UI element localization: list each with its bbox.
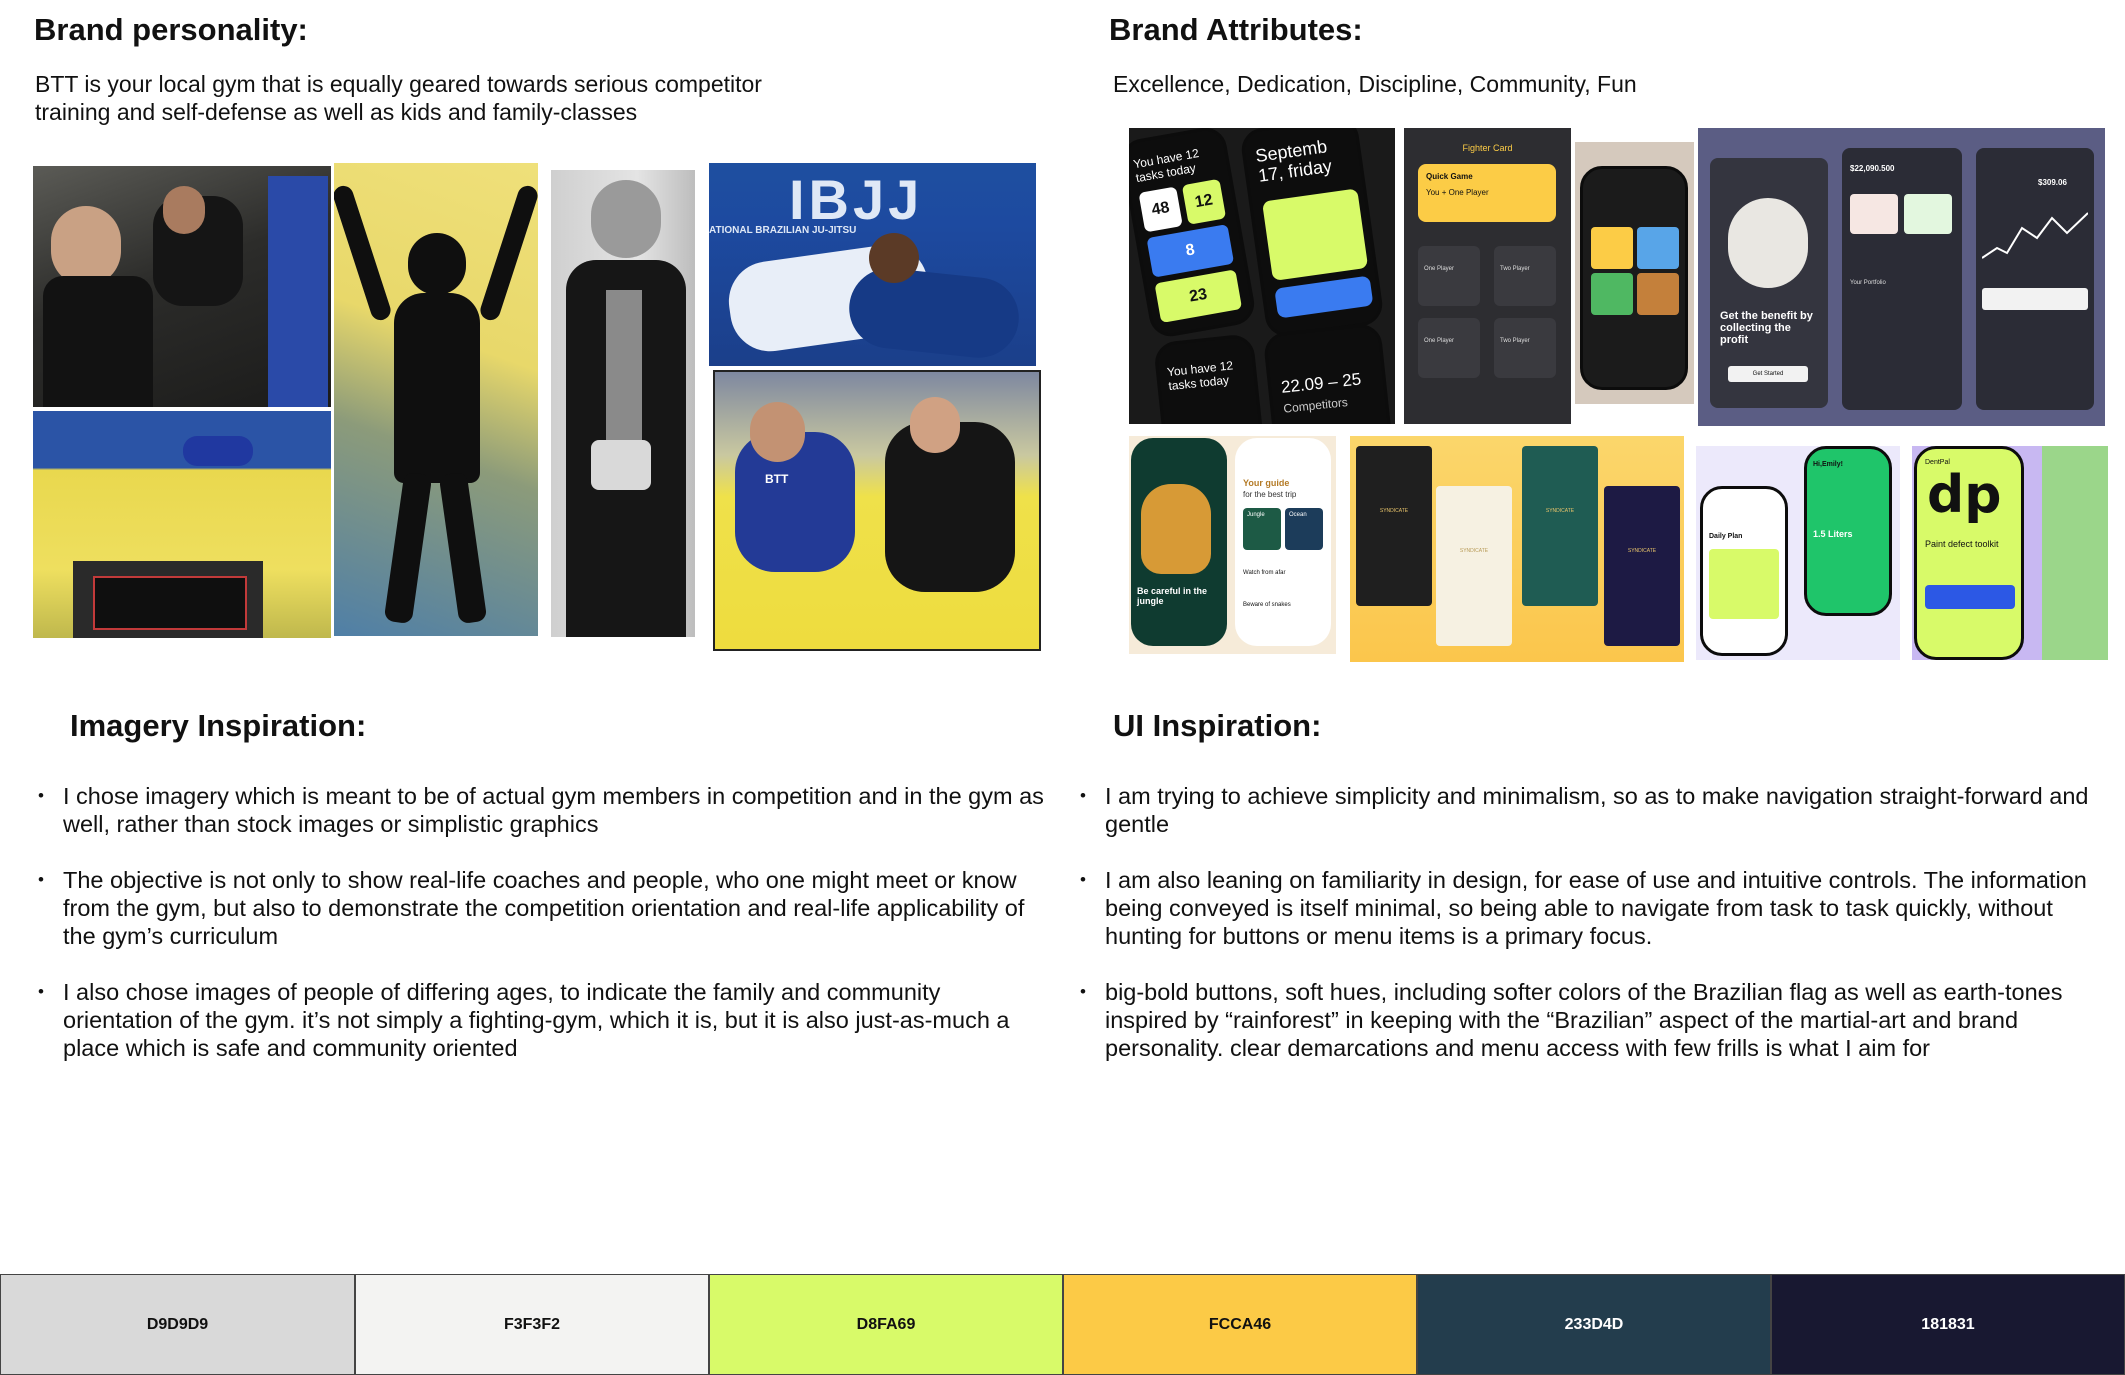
task-count-tile: 12 xyxy=(1181,178,1227,225)
ui-dentpal-app: DentPal dp Paint defect toolkit xyxy=(1912,446,2108,660)
jungle-guide-sub: for the best trip xyxy=(1243,490,1297,499)
color-swatch: 233D4D xyxy=(1417,1274,1771,1375)
mode-label: One Player xyxy=(1424,266,1455,272)
ui-fighter-card: Fighter Card Quick Game You + One Player… xyxy=(1404,128,1571,424)
color-swatch: D9D9D9 xyxy=(0,1274,355,1375)
mode-label: Two Player xyxy=(1500,338,1530,344)
ui-inspiration-list: I am trying to achieve simplicity and mi… xyxy=(1078,782,2108,1090)
calendar-competitors: Competitors xyxy=(1282,395,1349,416)
mode-label: Two Player xyxy=(1500,266,1530,272)
quick-game-label: Quick Game xyxy=(1426,172,1473,181)
task-count-tile: 23 xyxy=(1154,269,1243,324)
color-swatch: 181831 xyxy=(1771,1274,2125,1375)
color-swatch: FCCA46 xyxy=(1063,1274,1417,1375)
swatch-hex-label: FCCA46 xyxy=(1208,1315,1272,1333)
ui-bullet: I am also leaning on familiarity in desi… xyxy=(1078,866,2108,950)
finance-portfolio: Your Portfolio xyxy=(1850,280,1886,286)
ibjj-banner-text: IBJJ xyxy=(789,168,924,231)
dentpal-logo: dp xyxy=(1927,465,2002,525)
syndicate-logo: SYNDICATE xyxy=(1627,548,1657,554)
syndicate-logo: SYNDICATE xyxy=(1379,508,1409,514)
ui-bullet: big-bold buttons, soft hues, including s… xyxy=(1078,978,2108,1062)
ui-jungle-guide: Be careful in the jungle Your guide for … xyxy=(1129,436,1336,654)
syndicate-logo: SYNDICATE xyxy=(1459,548,1489,554)
finance-balance: $22,090.500 xyxy=(1850,164,1895,173)
brand-personality-line-2: training and self-defense as well as kid… xyxy=(35,99,638,125)
brand-attributes-text: Excellence, Dedication, Discipline, Comm… xyxy=(1113,71,1637,97)
dentpal-tagline: Paint defect toolkit xyxy=(1925,539,1999,549)
photo-seated-training: BTT xyxy=(713,370,1041,651)
ui-colorful-phone xyxy=(1575,142,1694,404)
jungle-careful: Be careful in the jungle xyxy=(1137,586,1208,606)
calendar-date: Septemb 17, friday xyxy=(1254,136,1334,186)
swatch-hex-label: 181831 xyxy=(1921,1315,1975,1333)
imagery-inspiration-list: I chose imagery which is meant to be of … xyxy=(36,782,1046,1090)
ui-finance-app: Get the benefit by collecting the profit… xyxy=(1698,128,2105,426)
photo-medalist xyxy=(551,170,695,637)
get-started-button[interactable]: Get Started xyxy=(1728,366,1808,382)
daily-plan-liters: 1.5 Liters xyxy=(1813,529,1853,539)
jungle-tile-label: Jungle xyxy=(1247,512,1265,518)
finance-balance-2: $309.06 xyxy=(2038,178,2067,187)
task-count-tile: 8 xyxy=(1146,224,1235,278)
imagery-bullet: I chose imagery which is meant to be of … xyxy=(36,782,1046,838)
daily-plan-greeting: Hi,Emily! xyxy=(1813,461,1843,468)
quick-game-sub: You + One Player xyxy=(1426,188,1489,197)
photo-gym-mat xyxy=(33,411,331,638)
task-app-heading: You have 12 tasks today xyxy=(1132,146,1200,186)
ui-daily-plan: Daily Plan Hi,Emily! 1.5 Liters xyxy=(1696,446,1900,660)
brand-attributes-heading: Brand Attributes: xyxy=(1109,12,1363,47)
task-count-tile: 48 xyxy=(1138,186,1183,233)
jungle-watch: Watch from afar xyxy=(1243,570,1286,576)
jungle-guide-title: Your guide xyxy=(1243,478,1290,488)
swatch-hex-label: D9D9D9 xyxy=(146,1315,209,1333)
ui-task-app: You have 12 tasks today 48 12 8 23 Septe… xyxy=(1129,128,1395,424)
task-app-heading-2: You have 12 tasks today xyxy=(1166,358,1234,394)
ui-bullet: I am trying to achieve simplicity and mi… xyxy=(1078,782,2108,838)
imagery-bullet: I also chose images of people of differi… xyxy=(36,978,1046,1062)
ui-syndicate-app: SYNDICATE SYNDICATE SYNDICATE SYNDICATE xyxy=(1350,436,1684,662)
swatch-hex-label: D8FA69 xyxy=(856,1315,916,1333)
fighter-card-title: Fighter Card xyxy=(1462,143,1513,153)
ui-inspiration-heading: UI Inspiration: xyxy=(1113,708,1322,743)
gi-patch-text: BTT xyxy=(765,472,789,486)
photo-coach-talking xyxy=(33,166,331,407)
swatch-hex-label: 233D4D xyxy=(1564,1315,1624,1333)
photo-ibjj-match: IBJJ ATIONAL BRAZILIAN JU-JITSU xyxy=(709,163,1036,366)
imagery-bullet: The objective is not only to show real-l… xyxy=(36,866,1046,950)
color-swatch: F3F3F2 xyxy=(355,1274,709,1375)
swatch-hex-label: F3F3F2 xyxy=(503,1315,560,1333)
finance-line-chart xyxy=(1982,212,2088,259)
brand-personality-heading: Brand personality: xyxy=(34,12,308,47)
photo-silhouette xyxy=(334,163,538,636)
syndicate-logo: SYNDICATE xyxy=(1545,508,1575,514)
ocean-tile-label: Ocean xyxy=(1289,512,1307,518)
daily-plan-title: Daily Plan xyxy=(1709,533,1743,540)
ibjj-banner-subtext: ATIONAL BRAZILIAN JU-JITSU xyxy=(709,225,857,236)
brand-personality-line-1: BTT is your local gym that is equally ge… xyxy=(35,71,762,97)
imagery-inspiration-heading: Imagery Inspiration: xyxy=(70,708,367,743)
color-swatch: D8FA69 xyxy=(709,1274,1063,1375)
jungle-beware: Beware of snakes xyxy=(1243,602,1291,608)
calendar-time: 22.09 – 25 xyxy=(1280,369,1363,397)
mode-label: One Player xyxy=(1424,338,1455,344)
finance-benefit: Get the benefit by collecting the profit xyxy=(1720,310,1813,346)
